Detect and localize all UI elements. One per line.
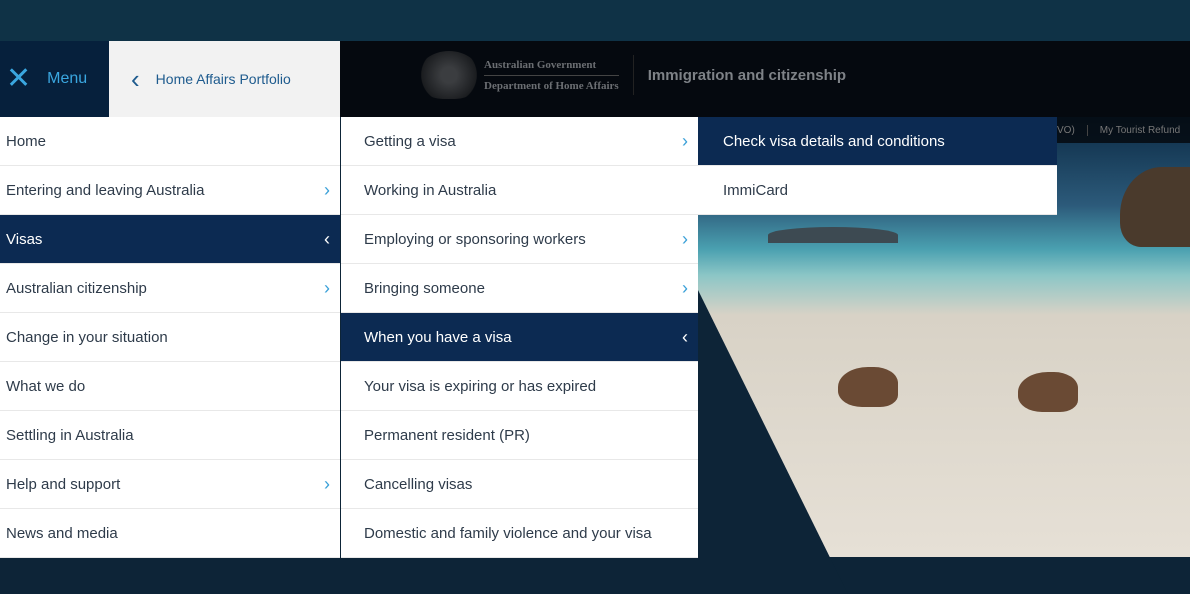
menu-item[interactable]: Working in Australia (341, 166, 698, 215)
chevron-left-icon: ‹ (682, 326, 688, 347)
menu-item[interactable]: Change in your situation (0, 313, 340, 362)
menu-item[interactable]: Your visa is expiring or has expired (341, 362, 698, 411)
menu-item-label: Getting a visa (364, 132, 456, 150)
menu-item[interactable]: Australian citizenship › (0, 264, 340, 313)
menu-item[interactable]: Bringing someone › (341, 264, 698, 313)
menu-item-label: Your visa is expiring or has expired (364, 377, 597, 395)
menu-item-label: Employing or sponsoring workers (364, 230, 586, 248)
chevron-right-icon: › (324, 473, 330, 494)
menu-item[interactable]: Getting a visa › (341, 117, 698, 166)
chevron-right-icon: › (682, 277, 688, 298)
menu-label: Menu (47, 70, 88, 87)
home-affairs-portfolio-button[interactable]: ‹ Home Affairs Portfolio (109, 41, 340, 117)
menu-item[interactable]: What we do (0, 362, 340, 411)
menu-item[interactable]: News and media (0, 509, 340, 558)
menu-item-label: What we do (6, 377, 86, 395)
chevron-right-icon: › (682, 228, 688, 249)
utility-links: VO) My Tourist Refund (1057, 117, 1190, 143)
menu-item-label: Bringing someone (364, 279, 485, 297)
menu-item[interactable]: Home (0, 117, 340, 166)
chevron-left-icon: ‹ (324, 228, 330, 249)
menu-item[interactable]: Entering and leaving Australia › (0, 166, 340, 215)
site-title: Immigration and citizenship (647, 66, 847, 84)
menu-item-label: Cancelling visas (364, 475, 473, 493)
menu-item[interactable]: Settling in Australia (0, 411, 340, 460)
menu-item-label: When you have a visa (364, 328, 512, 346)
close-menu-button[interactable]: ✕ Menu (0, 41, 109, 117)
menu-item[interactable]: Check visa details and conditions (698, 117, 1057, 166)
logo[interactable]: Australian Government Department of Home … (418, 51, 846, 99)
coat-of-arms-icon (418, 51, 480, 99)
menu-item-label: Visas (6, 230, 43, 248)
gov-line1: Australian Government (484, 55, 619, 76)
menu-level-2: Getting a visa › Working in Australia Emplo… (341, 117, 698, 558)
chevron-right-icon: › (324, 179, 330, 200)
menu-item-label: Change in your situation (6, 328, 168, 346)
menu-item-label: Help and support (6, 475, 121, 493)
utility-link[interactable]: VO) (1057, 125, 1075, 136)
menu-item[interactable]: When you have a visa ‹ (341, 313, 698, 362)
my-tourist-refund-link[interactable]: My Tourist Refund (1086, 124, 1180, 136)
menu-item-label: ImmiCard (723, 181, 789, 199)
menu-item-label: Working in Australia (364, 181, 497, 199)
chevron-left-icon: ‹ (131, 63, 140, 94)
gov-line2: Department of Home Affairs (484, 79, 619, 92)
close-icon: ✕ (6, 62, 32, 95)
menu-item-label: Domestic and family violence and your vi… (364, 524, 652, 542)
menu-item[interactable]: Visas ‹ (0, 215, 340, 264)
top-band (0, 0, 1190, 41)
portfolio-label: Home Affairs Portfolio (155, 71, 291, 87)
chevron-right-icon: › (324, 277, 330, 298)
site-header: ✕ Menu ‹ Home Affairs Portfolio Australian… (0, 41, 1190, 117)
menu-item[interactable]: Permanent resident (PR) (341, 411, 698, 460)
menu-item-label: Settling in Australia (6, 426, 134, 444)
menu-item[interactable]: Employing or sponsoring workers › (341, 215, 698, 264)
menu-item-label: News and media (6, 524, 118, 542)
menu-item[interactable]: Domestic and family violence and your vi… (341, 509, 698, 558)
menu-item-label: Permanent resident (PR) (364, 426, 530, 444)
menu-item-label: Australian citizenship (6, 279, 147, 297)
menu-item-label: Home (6, 132, 47, 150)
menu-item[interactable]: ImmiCard (698, 166, 1057, 215)
menu-item-label: Check visa details and conditions (723, 132, 945, 150)
menu-item[interactable]: Help and support › (0, 460, 340, 509)
menu-level-1: Home Entering and leaving Australia › Visas… (0, 117, 340, 558)
menu-item[interactable]: Cancelling visas (341, 460, 698, 509)
chevron-right-icon: › (682, 130, 688, 151)
menu-level-3: Check visa details and conditions ImmiCar… (698, 117, 1057, 215)
menu-item-label: Entering and leaving Australia (6, 181, 205, 199)
